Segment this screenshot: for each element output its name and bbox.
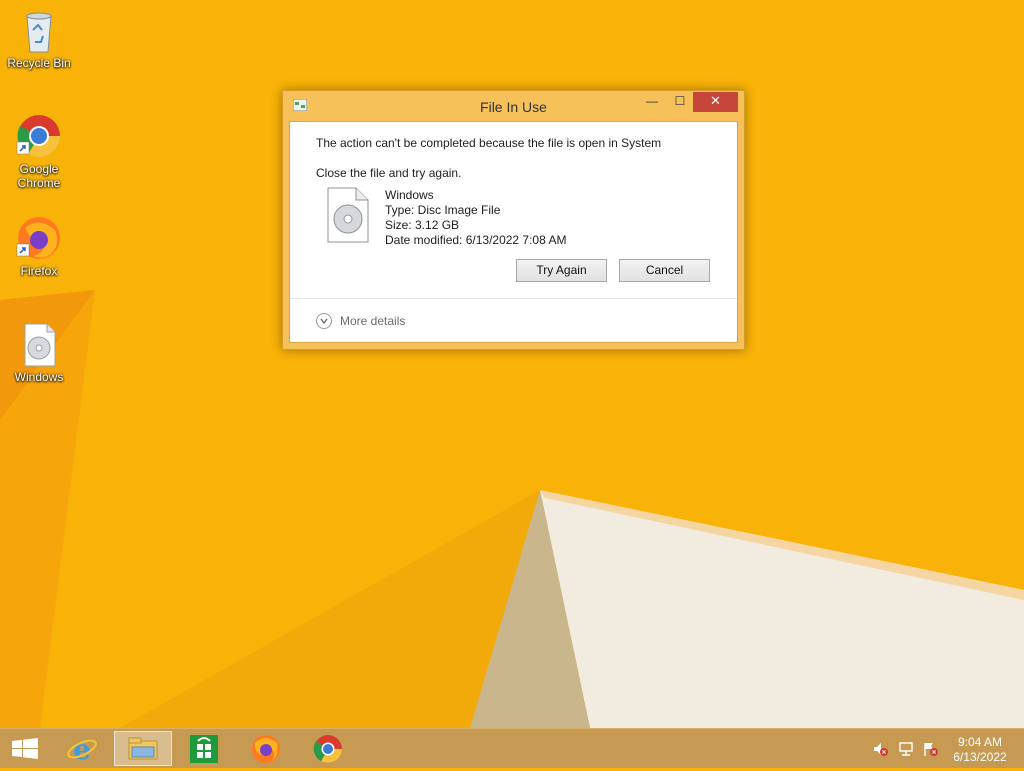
action-center-flag-icon[interactable] [922,741,938,757]
disc-image-file-icon [327,187,369,243]
internet-explorer-icon: e [67,733,97,766]
dialog-content: The action can't be completed because th… [289,121,738,343]
desktop-icon-label: Windows [14,370,64,384]
chrome-icon [313,735,342,763]
try-again-button[interactable]: Try Again [516,259,607,282]
dialog-footer: More details [290,298,737,343]
desktop-icon-label: Google Chrome [17,162,61,190]
clock-date: 6/13/2022 [953,750,1007,764]
firefox-icon [252,735,280,763]
volume-muted-icon[interactable] [872,741,888,757]
desktop-icon-google-chrome[interactable]: Google Chrome [3,112,75,190]
file-type: Type: Disc Image File [385,203,501,217]
taskbar-file-explorer[interactable] [114,731,172,766]
desktop-icon-recycle-bin[interactable]: Recycle Bin [3,6,75,70]
close-button[interactable]: ✕ [693,92,738,112]
desktop-icon-firefox[interactable]: Firefox [3,214,75,278]
error-message: The action can't be completed because th… [316,136,662,150]
store-icon [190,735,218,763]
file-in-use-dialog: File In Use — ☐ ✕ The action can't be co… [282,90,745,350]
desktop-icon-label: Recycle Bin [7,56,71,70]
desktop-icon-label: Firefox [20,264,58,278]
instruction-text: Close the file and try again. [316,166,462,180]
maximize-button[interactable]: ☐ [667,92,693,112]
svg-text:e: e [73,733,91,766]
minimize-button[interactable]: — [639,92,665,112]
chevron-down-icon[interactable] [316,313,332,329]
more-details-toggle[interactable]: More details [340,314,405,328]
network-icon[interactable] [898,741,914,757]
taskbar-store[interactable] [178,731,230,766]
disc-image-file-icon [15,320,63,368]
cancel-button[interactable]: Cancel [619,259,710,282]
file-explorer-icon [128,737,158,760]
windows-logo-icon [12,738,38,759]
recycle-bin-icon [15,6,63,54]
file-date-modified: Date modified: 6/13/2022 7:08 AM [385,233,567,247]
taskbar: e 9:04 AM 6/13/2022 [0,728,1024,768]
dialog-titlebar[interactable]: File In Use — ☐ ✕ [283,91,744,121]
taskbar-firefox[interactable] [240,731,292,766]
file-size: Size: 3.12 GB [385,218,460,232]
file-name: Windows [385,188,434,202]
desktop-icon-windows-disc-image[interactable]: Windows [3,320,75,384]
taskbar-internet-explorer[interactable]: e [56,731,108,766]
start-button[interactable] [0,731,52,766]
clock-time: 9:04 AM [957,735,1003,749]
chrome-icon [15,112,63,160]
clock[interactable]: 9:04 AM 6/13/2022 [944,735,1016,765]
firefox-icon [15,214,63,262]
desktop: Recycle Bin Google Chrome Firefox Window… [0,0,1024,728]
taskbar-chrome[interactable] [302,731,354,766]
